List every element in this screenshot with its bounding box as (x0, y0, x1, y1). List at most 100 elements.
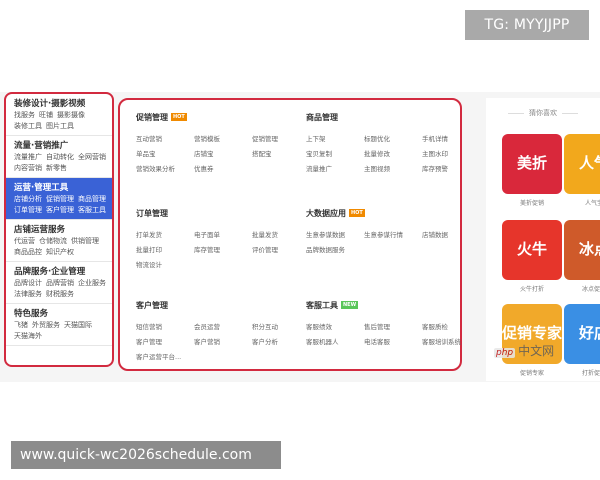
recommend-tile[interactable]: 美折 (502, 134, 562, 194)
tool-link[interactable]: 互动营销 (136, 132, 188, 147)
sidebar-link[interactable]: 财税服务 (46, 290, 74, 298)
recommend-tile[interactable]: 人气 (564, 134, 600, 194)
tool-link[interactable]: 物流设计 (136, 258, 188, 273)
tool-link[interactable]: 批量修改 (364, 147, 416, 162)
recommend-tile-label[interactable]: 美折促销 (502, 198, 562, 207)
sidebar-category-title[interactable]: 特色服务 (14, 308, 112, 320)
sidebar-link[interactable]: 品牌设计 (14, 279, 42, 287)
tool-link[interactable]: 评价管理 (252, 243, 304, 258)
tool-link[interactable]: 客服机器人 (306, 335, 358, 350)
sidebar-link[interactable]: 企业服务 (78, 279, 106, 287)
sidebar-link[interactable]: 全网营销 (78, 153, 106, 161)
tool-link[interactable]: 积分互动 (252, 320, 304, 335)
sidebar-category-title[interactable]: 流量·营销推广 (14, 140, 112, 152)
sidebar-link[interactable]: 流量推广 (14, 153, 42, 161)
sidebar-link[interactable]: 促销管理 (46, 195, 74, 203)
tool-link[interactable]: 店铺宝 (194, 147, 246, 162)
tool-link[interactable]: 优惠券 (194, 162, 246, 177)
recommend-tile[interactable]: 好店 (564, 304, 600, 364)
tool-link[interactable]: 店铺数据 (422, 228, 462, 243)
tool-link[interactable]: 搭配宝 (252, 147, 304, 162)
recommend-tile[interactable]: 冰点 (564, 220, 600, 280)
tool-link[interactable]: 客户营销 (194, 335, 246, 350)
sidebar-link[interactable]: 法律服务 (14, 290, 42, 298)
sidebar-category[interactable]: 店铺运营服务 代运营 仓储物流 供销管理商品品控 知识产权 (6, 220, 112, 262)
sidebar-link[interactable]: 找服务 (14, 111, 35, 119)
tool-link[interactable]: 上下架 (306, 132, 358, 147)
sidebar-link[interactable]: 内容营销 (14, 164, 42, 172)
sidebar-link[interactable]: 店铺分析 (14, 195, 42, 203)
tool-link[interactable]: 库存预警 (422, 162, 462, 177)
recommend-tile[interactable]: 火牛 (502, 220, 562, 280)
sidebar-category[interactable]: 品牌服务·企业管理 品牌设计 品牌营销 企业服务法律服务 财税服务 (6, 262, 112, 304)
tool-link[interactable]: 品牌数据服务 (306, 243, 358, 258)
tool-link[interactable]: 营销效果分析 (136, 162, 188, 177)
tool-link[interactable]: 标题优化 (364, 132, 416, 147)
tool-link[interactable]: 会员运营 (194, 320, 246, 335)
tool-link[interactable]: 宝贝复制 (306, 147, 358, 162)
tool-link[interactable]: 客服绩效 (306, 320, 358, 335)
tool-link[interactable]: 手机详情 (422, 132, 462, 147)
recommend-tile-label[interactable]: 冰点促销 (564, 284, 600, 293)
tool-link[interactable]: 单品宝 (136, 147, 188, 162)
sidebar-category[interactable]: 特色服务 飞猪 外贸服务 天猫国际天猫海外 (6, 304, 112, 346)
recommend-tile-label[interactable]: 人气宝 (564, 198, 600, 207)
sidebar-link[interactable]: 天猫国际 (64, 321, 92, 329)
recommend-tile-label[interactable]: 促销专家 (502, 368, 562, 377)
sidebar-link[interactable]: 品牌营销 (46, 279, 74, 287)
sidebar-category-title[interactable]: 装修设计·摄影视频 (14, 98, 112, 110)
sidebar-link[interactable]: 外贸服务 (32, 321, 60, 329)
sidebar-link[interactable]: 商品品控 (14, 248, 42, 256)
tool-link[interactable]: 客服质检 (422, 320, 466, 335)
sidebar-category[interactable]: 流量·营销推广 流量推广 自动转化 全网营销 内容营销 新零售 (6, 136, 112, 178)
tool-link[interactable]: 主图水印 (422, 147, 462, 162)
tool-link[interactable]: 电话客服 (364, 335, 416, 350)
sidebar-link[interactable]: 天猫海外 (14, 332, 42, 340)
tool-link[interactable]: 客服培训系统 (422, 335, 466, 350)
sidebar-category[interactable]: 运营·管理工具 店铺分析 促销管理 商品管理订单管理 客户管理 客服工具 (6, 178, 112, 220)
sidebar-link[interactable]: 飞猪 (14, 321, 28, 329)
section-order: 订单管理 打单发货 电子面单 批量发货 批量打印 库存管理 评价管理 物流设计 (136, 208, 304, 273)
section-title-customer: 客户管理 (136, 301, 168, 310)
sidebar-link[interactable]: 供销管理 (71, 237, 99, 245)
sidebar-link[interactable]: 订单管理 (14, 206, 42, 214)
sidebar-link[interactable]: 代运营 (14, 237, 35, 245)
hot-tag: HOT (171, 113, 187, 121)
recommend-tile-label[interactable]: 打折促销 (564, 368, 600, 377)
recommend-tile-label[interactable]: 火牛打折 (502, 284, 562, 293)
sidebar-link[interactable]: 自动转化 (46, 153, 74, 161)
sidebar-link[interactable]: 旺铺 (39, 111, 53, 119)
tool-link[interactable]: 库存管理 (194, 243, 246, 258)
sidebar-category-title[interactable]: 店铺运营服务 (14, 224, 112, 236)
sidebar-link[interactable]: 仓储物流 (39, 237, 67, 245)
tool-link[interactable]: 批量打印 (136, 243, 188, 258)
sidebar-link[interactable]: 知识产权 (46, 248, 74, 256)
sidebar-link[interactable]: 装修工具 (14, 122, 42, 130)
tool-link[interactable]: 流量推广 (306, 162, 358, 177)
tool-link[interactable]: 生意参谋数据 (306, 228, 358, 243)
new-tag: NEW (341, 301, 359, 309)
sidebar-category[interactable]: 装修设计·摄影视频 找服务 旺铺 摄影摄像装修工具 图片工具 (6, 94, 112, 136)
sidebar-category-title[interactable]: 运营·管理工具 (14, 182, 112, 194)
tool-link[interactable]: 客户分析 (252, 335, 304, 350)
tool-link[interactable]: 打单发货 (136, 228, 188, 243)
tool-link[interactable]: 电子面单 (194, 228, 246, 243)
tool-link[interactable]: 售后管理 (364, 320, 416, 335)
sidebar-link-row: 商品品控 知识产权 (14, 247, 112, 258)
tool-link[interactable]: 客户运营平台... (136, 350, 188, 365)
sidebar-link[interactable]: 摄影摄像 (57, 111, 85, 119)
sidebar-link[interactable]: 客服工具 (78, 206, 106, 214)
tool-link[interactable]: 客户管理 (136, 335, 188, 350)
tool-link[interactable]: 生意参谋行情 (364, 228, 416, 243)
sidebar-link[interactable]: 客户管理 (46, 206, 74, 214)
tool-link[interactable]: 批量发货 (252, 228, 304, 243)
sidebar-link[interactable]: 商品管理 (78, 195, 106, 203)
tool-link[interactable]: 营销模板 (194, 132, 246, 147)
sidebar-link-row: 流量推广 自动转化 全网营销 (14, 152, 112, 163)
sidebar-category-title[interactable]: 品牌服务·企业管理 (14, 266, 112, 278)
tool-link[interactable]: 短信营销 (136, 320, 188, 335)
sidebar-link[interactable]: 图片工具 (46, 122, 74, 130)
tool-link[interactable]: 促销管理 (252, 132, 304, 147)
sidebar-link[interactable]: 新零售 (46, 164, 67, 172)
tool-link[interactable]: 主图视频 (364, 162, 416, 177)
